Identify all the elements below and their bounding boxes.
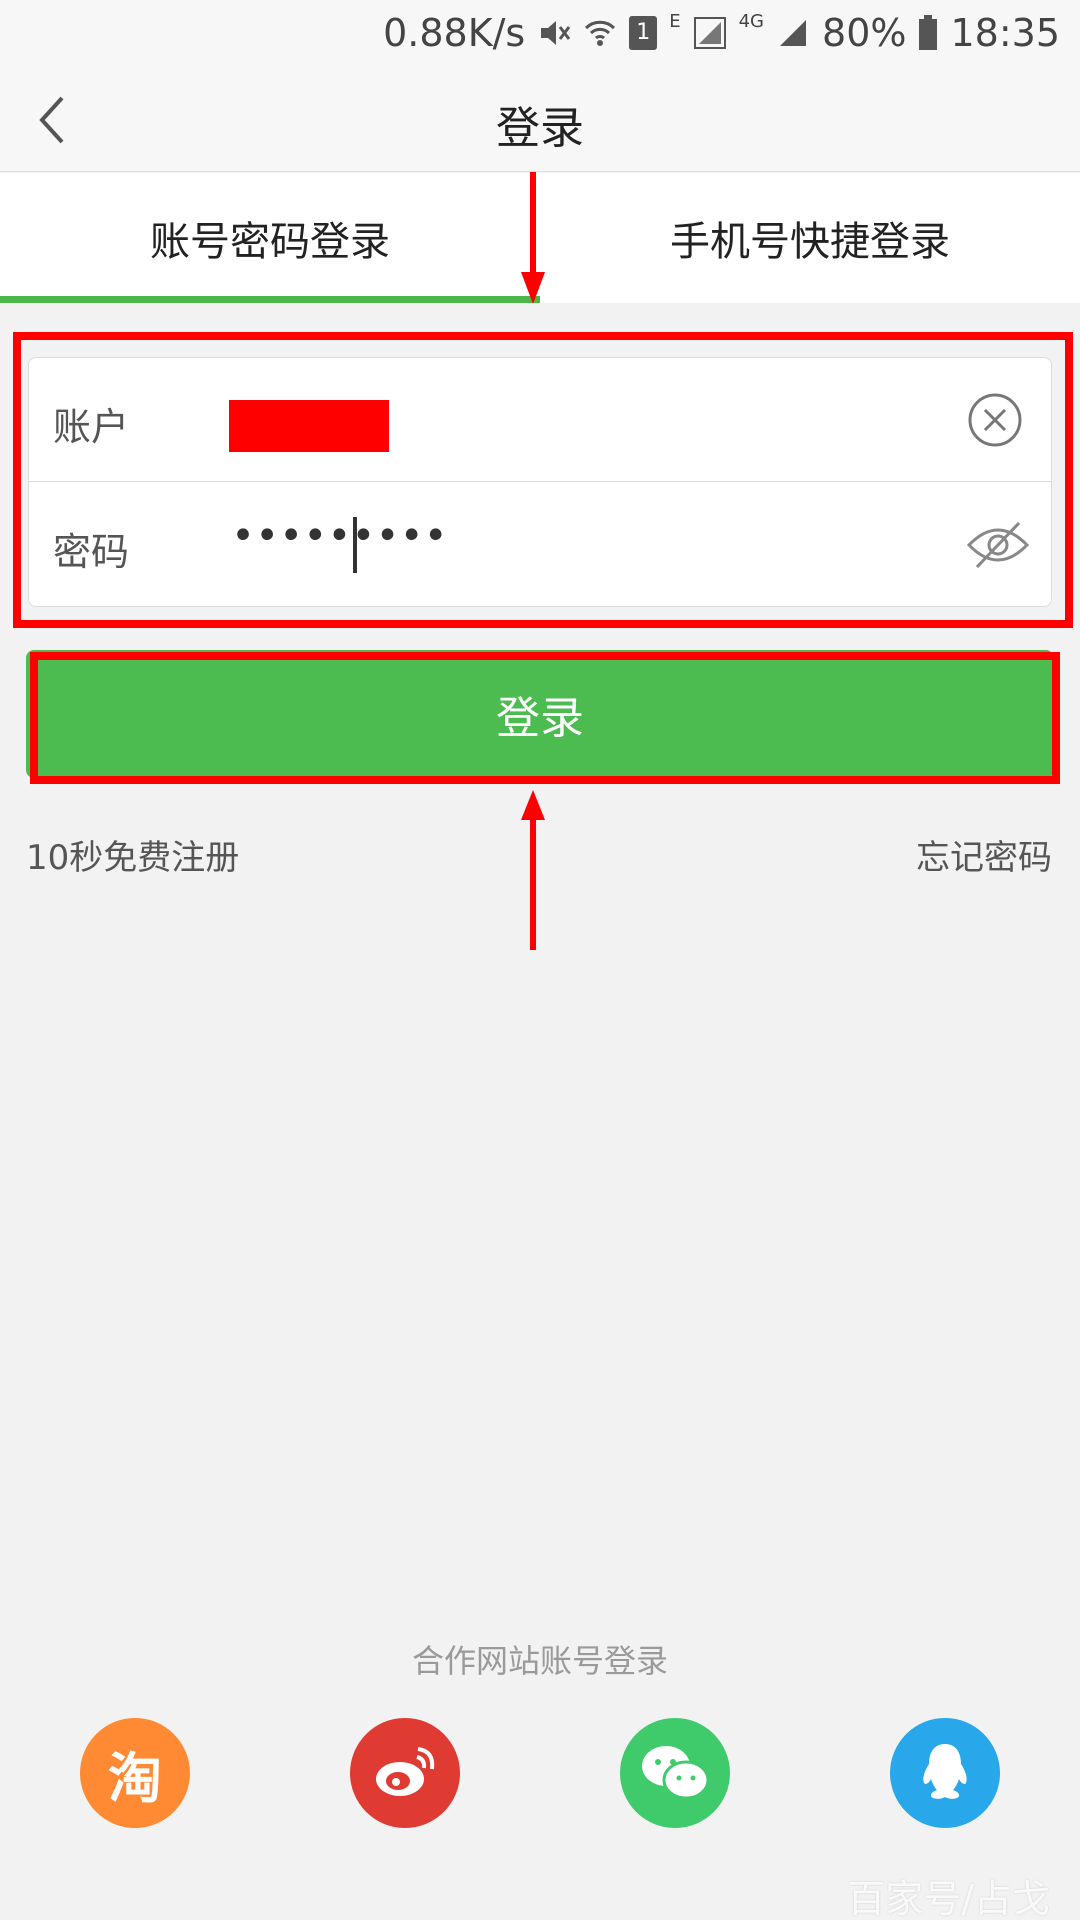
highlight-button-box	[30, 652, 1060, 784]
tab-phone-quick[interactable]: 手机号快捷登录	[540, 173, 1080, 303]
clock: 18:35	[950, 11, 1060, 55]
battery-percent: 80%	[822, 11, 907, 55]
tab-account-password[interactable]: 账号密码登录	[0, 173, 540, 303]
wechat-login-button[interactable]	[620, 1718, 730, 1828]
status-bar: 0.88K/s 1 E 4G 80% 18:35	[0, 0, 1080, 66]
taobao-icon: 淘	[108, 1746, 162, 1810]
taobao-login-button[interactable]: 淘	[80, 1718, 190, 1828]
app-header: 登录	[0, 66, 1080, 172]
qq-login-button[interactable]	[890, 1718, 1000, 1828]
signal-bars-icon	[776, 16, 810, 50]
signal-icon	[693, 16, 727, 50]
network-4g-label: 4G	[738, 10, 765, 32]
weibo-login-button[interactable]	[350, 1718, 460, 1828]
page-title: 登录	[496, 103, 584, 154]
watermark: 百家号/占戈	[847, 1877, 1050, 1920]
qq-icon	[923, 1744, 967, 1799]
forgot-password-link[interactable]: 忘记密码	[916, 830, 1052, 879]
highlight-form-box	[13, 332, 1073, 628]
battery-icon	[918, 15, 938, 51]
wifi-icon	[583, 16, 617, 50]
register-link[interactable]: 10秒免费注册	[26, 830, 239, 879]
partner-login-icons: 淘	[0, 1718, 1080, 1830]
network-e-label: E	[669, 10, 681, 32]
mute-icon	[537, 16, 571, 50]
wechat-icon	[642, 1746, 710, 1800]
annotation-arrow-down	[521, 172, 545, 304]
annotation-arrow-up	[521, 790, 545, 950]
network-speed: 0.88K/s	[383, 11, 526, 55]
sim-icon: 1	[629, 16, 658, 50]
partner-login-title: 合作网站账号登录	[411, 1642, 668, 1680]
weibo-icon	[376, 1747, 435, 1796]
